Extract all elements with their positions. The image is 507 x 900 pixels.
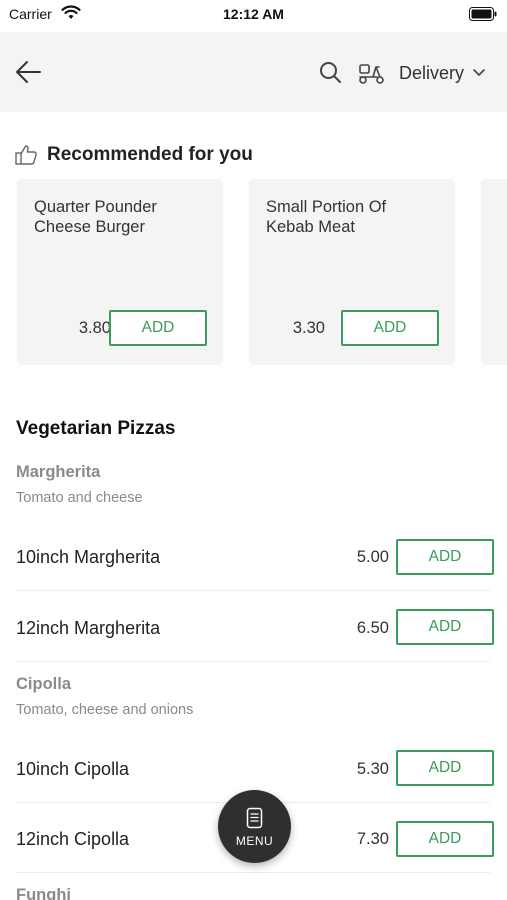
battery-icon <box>469 7 497 26</box>
back-button[interactable] <box>14 58 44 86</box>
recommended-card[interactable]: Small Portion Of Kebab Meat 3.30 ADD <box>249 179 455 365</box>
recommended-item-name: Small Portion Of Kebab Meat <box>266 198 387 236</box>
add-button[interactable]: ADD <box>396 750 494 786</box>
divider <box>16 661 490 662</box>
recommended-card[interactable]: Quarter Pounder Cheese Burger 3.80 ADD <box>17 179 223 365</box>
add-button[interactable]: ADD <box>396 821 494 857</box>
status-bar: Carrier 12:12 AM <box>0 0 507 30</box>
delivery-label: Delivery <box>399 62 465 83</box>
menu-group-name: Margherita <box>16 463 101 481</box>
thumbs-up-icon <box>15 145 37 165</box>
divider <box>16 590 490 591</box>
recommended-item-name: Quarter Pounder Cheese Burger <box>34 198 157 236</box>
clock: 12:12 AM <box>223 6 284 22</box>
section-title: Vegetarian Pizzas <box>16 418 176 439</box>
menu-group-description: Tomato, cheese and onions <box>16 702 194 718</box>
recommended-item-price: 3.30 <box>292 319 325 337</box>
menu-item-price: 5.00 <box>356 548 389 566</box>
menu-fab-button[interactable]: MENU <box>218 790 291 863</box>
recommended-title: Recommended for you <box>47 144 253 165</box>
divider <box>16 872 490 873</box>
menu-item-price: 5.30 <box>356 760 389 778</box>
menu-item-price: 6.50 <box>356 619 389 637</box>
add-button[interactable]: ADD <box>341 310 439 346</box>
chevron-down-icon <box>473 69 485 76</box>
menu-fab-label: MENU <box>235 834 274 848</box>
recommended-item-price: 3.80 <box>78 319 111 337</box>
scooter-icon <box>359 64 384 84</box>
menu-group-name: Funghi <box>16 886 71 900</box>
menu-group-description: Tomato and cheese <box>16 490 143 506</box>
header-bar: Delivery <box>0 32 507 112</box>
search-button[interactable] <box>318 60 344 86</box>
recommended-heading: Recommended for you <box>15 141 253 169</box>
recommended-card-peek[interactable] <box>481 179 507 365</box>
search-icon <box>320 62 341 83</box>
add-button[interactable]: ADD <box>396 539 494 575</box>
menu-item-name: 12inch Margherita <box>16 618 161 638</box>
add-button[interactable]: ADD <box>396 609 494 645</box>
menu-item-name: 10inch Margherita <box>16 547 161 567</box>
delivery-mode-selector[interactable]: Delivery <box>357 58 486 88</box>
menu-item-price: 7.30 <box>356 830 389 848</box>
menu-item-name: 12inch Cipolla <box>16 829 130 849</box>
menu-item-name: 10inch Cipolla <box>16 759 130 779</box>
add-button[interactable]: ADD <box>109 310 207 346</box>
menu-book-icon <box>246 807 263 829</box>
back-arrow-icon <box>16 61 41 83</box>
menu-group-name: Cipolla <box>16 675 72 693</box>
